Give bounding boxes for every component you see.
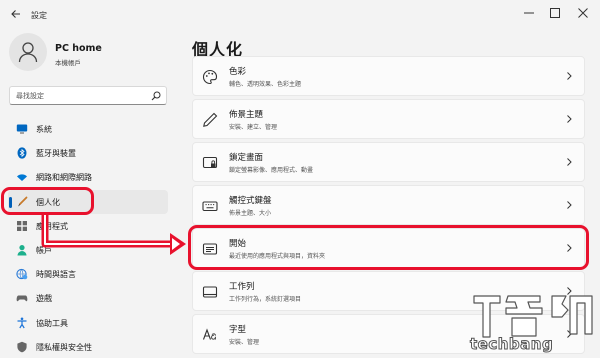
watermark-text: techbang: [469, 335, 554, 354]
